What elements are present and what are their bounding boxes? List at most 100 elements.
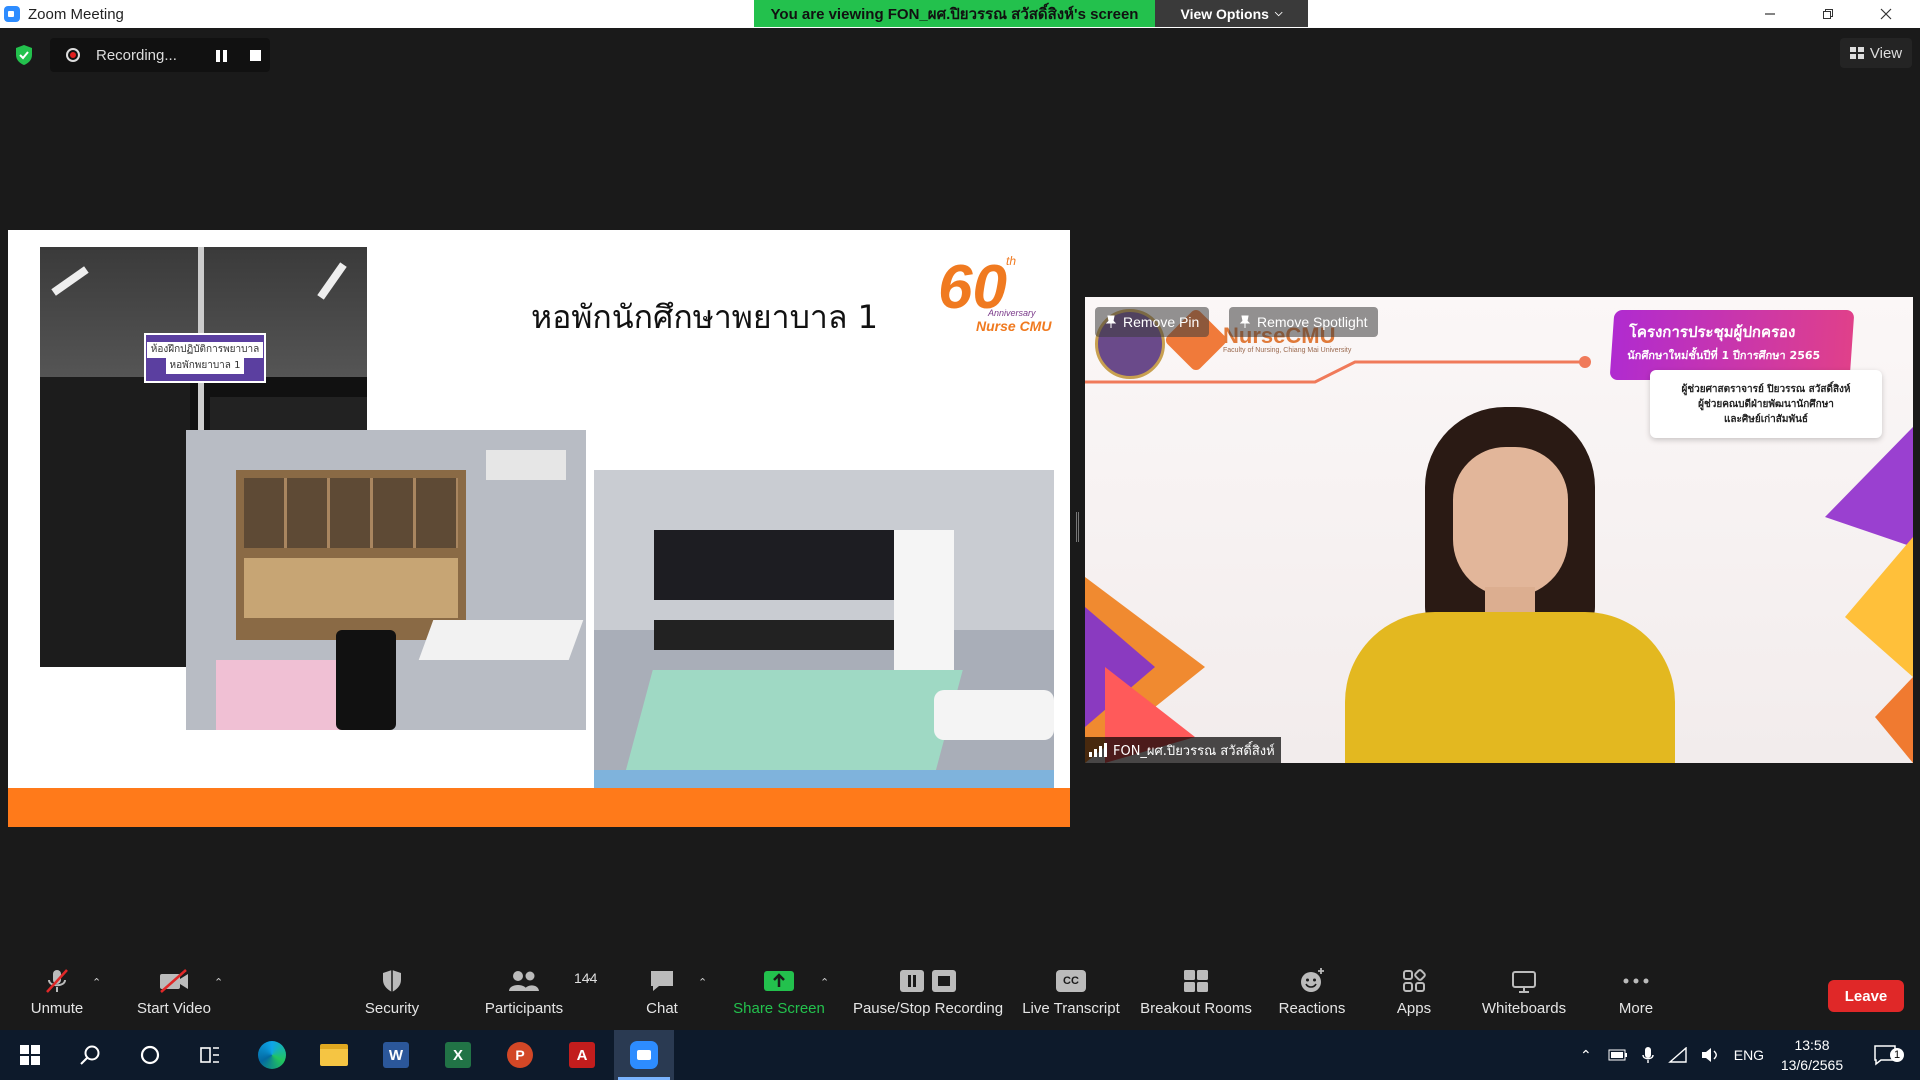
video-options-caret[interactable]: ⌃ xyxy=(214,976,223,989)
chat-label: Chat xyxy=(646,1000,678,1017)
chat-options-caret[interactable]: ⌃ xyxy=(698,976,707,989)
excel-taskbar-button[interactable]: X xyxy=(428,1030,488,1080)
slide-title: หอพักนักศึกษาพยาบาล 1 xyxy=(531,298,879,336)
powerpoint-taskbar-button[interactable]: P xyxy=(490,1030,550,1080)
pause-recording-button[interactable] xyxy=(216,50,228,62)
network-icon[interactable] xyxy=(1667,1047,1688,1063)
share-screen-icon xyxy=(764,971,794,991)
remove-spotlight-button[interactable]: Remove Spotlight xyxy=(1229,307,1378,337)
volume-icon[interactable] xyxy=(1700,1047,1720,1063)
encryption-shield-icon[interactable] xyxy=(14,44,34,66)
decorative-triangles-right xyxy=(1825,427,1913,763)
start-video-button[interactable]: Start Video xyxy=(134,962,214,1028)
show-hidden-icons-chevron-icon[interactable]: ⌃ xyxy=(1580,1047,1592,1064)
breakout-rooms-icon xyxy=(1184,970,1208,992)
event-banner-line-1: โครงการประชุมผู้ปกครอง xyxy=(1628,323,1797,341)
chat-button[interactable]: Chat xyxy=(636,962,688,1028)
unmute-label: Unmute xyxy=(30,1000,84,1017)
security-shield-icon xyxy=(383,970,401,992)
edge-taskbar-button[interactable] xyxy=(242,1030,302,1080)
more-label: More xyxy=(1618,1000,1654,1017)
pin-icon xyxy=(1105,315,1117,328)
zoom-app-icon xyxy=(4,6,20,22)
speaker-name: FON_ผศ.ปิยวรรณ สวัสดิ์สิงห์ xyxy=(1113,743,1275,759)
share-screen-label: Share Screen xyxy=(733,1000,825,1017)
word-taskbar-button[interactable]: W xyxy=(366,1030,426,1080)
search-button[interactable] xyxy=(60,1030,120,1080)
reactions-button[interactable]: Reactions xyxy=(1276,962,1348,1028)
participants-options-caret[interactable]: ⌃ xyxy=(585,976,594,989)
meeting-toolbar: Unmute ⌃ Start Video ⌃ Security 144 Part… xyxy=(0,962,1920,1028)
viewing-screen-banner: You are viewing FON_ผศ.ปิยวรรณ สวัสดิ์สิ… xyxy=(754,0,1155,27)
notification-center-button[interactable]: 1 xyxy=(1860,1030,1910,1080)
cortana-button[interactable] xyxy=(120,1030,180,1080)
room-sign: ห้องฝึกปฏิบัติการพยาบาล หอพักพยาบาล 1 xyxy=(144,333,266,383)
panel-splitter[interactable] xyxy=(1076,512,1079,542)
start-button[interactable] xyxy=(0,1030,60,1080)
restore-button[interactable] xyxy=(1800,0,1856,28)
task-view-button[interactable] xyxy=(180,1030,240,1080)
apps-button[interactable]: Apps xyxy=(1392,962,1436,1028)
participants-button[interactable]: 144 Participants xyxy=(476,962,598,1028)
video-off-icon xyxy=(160,969,188,993)
speaker-name-tag: FON_ผศ.ปิยวรรณ สวัสดิ์สิงห์ xyxy=(1085,737,1281,763)
view-options-label: View Options xyxy=(1180,5,1269,22)
microphone-muted-icon xyxy=(46,969,68,993)
speaker-person xyxy=(1335,407,1685,763)
word-icon: W xyxy=(383,1042,409,1068)
audio-options-caret[interactable]: ⌃ xyxy=(92,976,101,989)
task-view-icon xyxy=(200,1047,219,1063)
view-button[interactable]: View xyxy=(1840,38,1912,68)
share-screen-button[interactable]: Share Screen xyxy=(732,962,826,1028)
cortana-circle-icon xyxy=(140,1045,160,1065)
input-language[interactable]: ENG xyxy=(1734,1047,1764,1063)
edge-icon xyxy=(258,1041,286,1069)
remove-spotlight-label: Remove Spotlight xyxy=(1257,314,1368,330)
logo-line-2: Nurse CMU xyxy=(976,318,1052,334)
closed-caption-icon: CC xyxy=(1056,970,1086,992)
logo-line-1: Anniversary xyxy=(988,308,1036,318)
decorative-triangles-left xyxy=(1085,577,1205,763)
remove-pin-button[interactable]: Remove Pin xyxy=(1095,307,1210,337)
acrobat-taskbar-button[interactable]: A xyxy=(552,1030,612,1080)
zoom-taskbar-button[interactable] xyxy=(614,1030,674,1080)
pause-stop-recording-button[interactable]: Pause/Stop Recording xyxy=(850,962,1006,1028)
minimize-button[interactable] xyxy=(1742,0,1798,28)
view-options-button[interactable]: View Options ⌵ xyxy=(1155,0,1308,27)
chat-bubble-icon xyxy=(651,971,673,991)
battery-icon[interactable] xyxy=(1608,1049,1628,1061)
start-video-label: Start Video xyxy=(137,1000,211,1017)
breakout-rooms-label: Breakout Rooms xyxy=(1140,1000,1252,1017)
clock-time: 13:58 xyxy=(1794,1037,1830,1053)
close-button[interactable] xyxy=(1858,0,1914,28)
pause-stop-recording-label: Pause/Stop Recording xyxy=(852,1000,1004,1017)
card-line-3: และศิษย์เก่าสัมพันธ์ xyxy=(1723,413,1809,425)
security-button[interactable]: Security xyxy=(352,962,432,1028)
taskbar-clock[interactable]: 13:58 13/6/2565 xyxy=(1776,1035,1848,1075)
more-button[interactable]: More xyxy=(1614,962,1658,1028)
whiteboards-button[interactable]: Whiteboards xyxy=(1476,962,1572,1028)
grid-view-icon xyxy=(1849,47,1864,59)
file-explorer-taskbar-button[interactable] xyxy=(304,1030,364,1080)
windows-logo-icon xyxy=(20,1045,40,1065)
sign-line-1: ห้องฝึกปฏิบัติการพยาบาล xyxy=(146,342,264,358)
stop-recording-button[interactable] xyxy=(250,50,261,61)
excel-icon: X xyxy=(445,1042,471,1068)
minimize-icon xyxy=(1765,13,1775,15)
chevron-down-icon: ⌵ xyxy=(1274,8,1283,19)
sign-line-2: หอพักพยาบาล 1 xyxy=(165,358,245,374)
shared-screen-slide: ห้องฝึกปฏิบัติการพยาบาล หอพักพยาบาล 1 หอ… xyxy=(8,230,1070,827)
leave-button[interactable]: Leave xyxy=(1828,980,1904,1012)
live-transcript-button[interactable]: CC Live Transcript xyxy=(1022,962,1120,1028)
signal-strength-icon xyxy=(1089,743,1107,757)
security-label: Security xyxy=(364,1000,420,1017)
acrobat-icon: A xyxy=(569,1042,595,1068)
decorative-line xyxy=(1085,356,1591,384)
event-banner-line-2: นักศึกษาใหม่ชั้นปีที่ 1 ปีการศึกษา 2565 xyxy=(1626,349,1821,362)
share-options-caret[interactable]: ⌃ xyxy=(820,976,829,989)
microphone-tray-icon[interactable] xyxy=(1642,1046,1654,1064)
close-icon xyxy=(1880,8,1892,20)
live-transcript-label: Live Transcript xyxy=(1022,1000,1120,1017)
breakout-rooms-button[interactable]: Breakout Rooms xyxy=(1140,962,1252,1028)
unmute-button[interactable]: Unmute xyxy=(24,962,90,1028)
